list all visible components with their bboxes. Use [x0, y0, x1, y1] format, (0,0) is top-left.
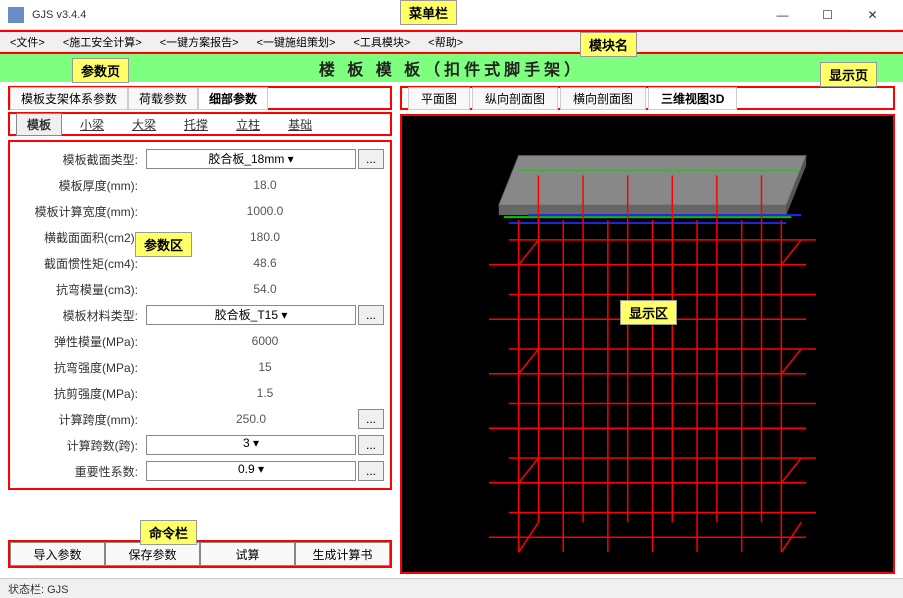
param-label: 计算跨度(mm): — [16, 411, 146, 428]
param-label: 模板材料类型: — [16, 307, 146, 324]
maximize-button[interactable]: ☐ — [805, 0, 850, 30]
param-row: 横截面面积(cm2):180.0 — [16, 224, 384, 250]
status-text: 状态栏: GJS — [8, 584, 69, 596]
param-select[interactable]: 胶合板_18mm ▾ — [146, 149, 356, 169]
param-label: 抗弯模量(cm3): — [16, 281, 146, 298]
command-bar: 导入参数 保存参数 试算 生成计算书 — [8, 540, 392, 568]
param-area: 模板截面类型:胶合板_18mm ▾...模板厚度(mm):18.0模板计算宽度(… — [8, 140, 392, 490]
param-row: 抗剪强度(MPa):1.5 — [16, 380, 384, 406]
param-row: 计算跨数(跨):3 ▾... — [16, 432, 384, 458]
param-value: 18.0 — [146, 178, 384, 192]
param-row: 计算跨度(mm):250.0... — [16, 406, 384, 432]
param-label: 截面惯性矩(cm4): — [16, 255, 146, 272]
callout-menubar: 菜单栏 — [400, 0, 457, 25]
right-panel: 平面图 纵向剖面图 横向剖面图 三维视图3D — [400, 82, 903, 578]
param-label: 横截面面积(cm2): — [16, 229, 146, 246]
app-icon — [8, 7, 24, 23]
param-value: 6000 — [146, 334, 384, 348]
param-label: 弹性模量(MPa): — [16, 333, 146, 350]
param-row: 模板计算宽度(mm):1000.0 — [16, 198, 384, 224]
param-value[interactable]: 250.0 — [146, 412, 356, 426]
sub-tab-small-beam[interactable]: 小梁 — [70, 114, 114, 135]
menu-one-click-plan[interactable]: <一键施组策划> — [251, 32, 342, 52]
param-more-button[interactable]: ... — [358, 409, 384, 429]
minimize-button[interactable]: — — [760, 0, 805, 30]
menu-file[interactable]: <文件> — [4, 32, 51, 52]
save-params-button[interactable]: 保存参数 — [105, 542, 200, 566]
param-value: 1.5 — [146, 386, 384, 400]
param-value: 48.6 — [146, 256, 384, 270]
param-more-button[interactable]: ... — [358, 305, 384, 325]
param-tabs: 模板支架体系参数 荷载参数 细部参数 — [8, 86, 392, 110]
view-tabs: 平面图 纵向剖面图 横向剖面图 三维视图3D — [400, 86, 895, 110]
param-label: 重要性系数: — [16, 463, 146, 480]
app-title: GJS v3.4.4 — [32, 9, 760, 21]
param-label: 抗弯强度(MPa): — [16, 359, 146, 376]
param-value: 15 — [146, 360, 384, 374]
view-tab-plan[interactable]: 平面图 — [408, 87, 470, 110]
viewport-3d[interactable] — [400, 114, 895, 574]
param-tab-load[interactable]: 荷载参数 — [128, 87, 198, 110]
statusbar: 状态栏: GJS — [0, 578, 903, 598]
param-value: 54.0 — [146, 282, 384, 296]
sub-tab-large-beam[interactable]: 大梁 — [122, 114, 166, 135]
callout-param-page: 参数页 — [72, 58, 129, 83]
menu-one-click-report[interactable]: <一键方案报告> — [154, 32, 245, 52]
callout-display-page: 显示页 — [820, 62, 877, 87]
callout-display-area: 显示区 — [620, 300, 677, 325]
scaffold-3d-render — [402, 116, 893, 572]
param-label: 抗剪强度(MPa): — [16, 385, 146, 402]
sub-tab-column[interactable]: 立柱 — [226, 114, 270, 135]
param-select[interactable]: 0.9 ▾ — [146, 461, 356, 481]
callout-command-bar: 命令栏 — [140, 520, 197, 545]
param-more-button[interactable]: ... — [358, 435, 384, 455]
content: 模板支架体系参数 荷载参数 细部参数 模板 小梁 大梁 托撑 立柱 基础 模板截… — [0, 82, 903, 578]
menubar: <文件> <施工安全计算> <一键方案报告> <一键施组策划> <工具模块> <… — [0, 30, 903, 54]
module-name-bar: 楼 板 模 板（扣件式脚手架） — [0, 54, 903, 82]
menu-help[interactable]: <帮助> — [422, 32, 469, 52]
param-row: 抗弯模量(cm3):54.0 — [16, 276, 384, 302]
menu-tool-module[interactable]: <工具模块> — [347, 32, 416, 52]
param-label: 计算跨数(跨): — [16, 437, 146, 454]
param-tab-detail[interactable]: 细部参数 — [198, 87, 268, 110]
param-value: 1000.0 — [146, 204, 384, 218]
param-label: 模板截面类型: — [16, 151, 146, 168]
param-row: 弹性模量(MPa):6000 — [16, 328, 384, 354]
param-more-button[interactable]: ... — [358, 149, 384, 169]
sub-tab-support[interactable]: 托撑 — [174, 114, 218, 135]
trial-calc-button[interactable]: 试算 — [200, 542, 295, 566]
view-tab-cross-section[interactable]: 横向剖面图 — [560, 87, 646, 110]
sub-tab-foundation[interactable]: 基础 — [278, 114, 322, 135]
param-label: 模板计算宽度(mm): — [16, 203, 146, 220]
view-tab-long-section[interactable]: 纵向剖面图 — [472, 87, 558, 110]
sub-tabs: 模板 小梁 大梁 托撑 立柱 基础 — [8, 112, 392, 136]
import-params-button[interactable]: 导入参数 — [10, 542, 105, 566]
module-name: 楼 板 模 板（扣件式脚手架） — [319, 56, 584, 80]
generate-report-button[interactable]: 生成计算书 — [295, 542, 390, 566]
view-tab-3d[interactable]: 三维视图3D — [648, 87, 737, 110]
menu-construction-safety[interactable]: <施工安全计算> — [57, 32, 148, 52]
param-row: 模板材料类型:胶合板_T15 ▾... — [16, 302, 384, 328]
param-label: 模板厚度(mm): — [16, 177, 146, 194]
callout-module-name: 模块名 — [580, 32, 637, 57]
param-select[interactable]: 3 ▾ — [146, 435, 356, 455]
param-row: 模板厚度(mm):18.0 — [16, 172, 384, 198]
param-row: 截面惯性矩(cm4):48.6 — [16, 250, 384, 276]
callout-param-area: 参数区 — [135, 232, 192, 257]
close-button[interactable]: ✕ — [850, 0, 895, 30]
sub-tab-template[interactable]: 模板 — [16, 113, 62, 136]
param-select[interactable]: 胶合板_T15 ▾ — [146, 305, 356, 325]
param-more-button[interactable]: ... — [358, 461, 384, 481]
param-row: 重要性系数:0.9 ▾... — [16, 458, 384, 484]
param-tab-system[interactable]: 模板支架体系参数 — [10, 87, 128, 110]
param-row: 模板截面类型:胶合板_18mm ▾... — [16, 146, 384, 172]
param-row: 抗弯强度(MPa):15 — [16, 354, 384, 380]
left-panel: 模板支架体系参数 荷载参数 细部参数 模板 小梁 大梁 托撑 立柱 基础 模板截… — [0, 82, 400, 578]
window-controls: — ☐ ✕ — [760, 0, 895, 30]
